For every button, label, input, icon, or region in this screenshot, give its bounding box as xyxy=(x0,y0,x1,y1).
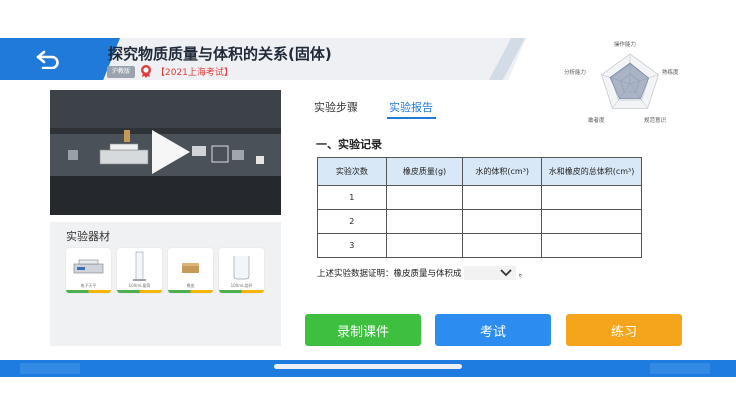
publisher-badge: 沪教版 xyxy=(107,66,135,78)
equipment-item-cylinder[interactable]: 100mL量筒 xyxy=(117,248,162,293)
chevron-down-icon xyxy=(499,269,512,277)
back-button[interactable] xyxy=(28,44,68,74)
conclusion-dropdown[interactable] xyxy=(463,266,516,280)
equipment-bar xyxy=(66,290,111,293)
ability-radar-chart: 操作能力 熟练度 规范意识 敢者度 分析能力 xyxy=(564,38,690,128)
section-title: 一、实验记录 xyxy=(316,138,382,151)
equipment-panel: 实验器材 电子天平 100mL量筒 橡皮 100mL烧杯 xyxy=(50,222,281,346)
equipment-item-scale[interactable]: 电子天平 xyxy=(66,248,111,293)
tab-experiment-report[interactable]: 实验报告 xyxy=(389,99,433,115)
table-cell-input[interactable] xyxy=(462,209,543,234)
table-cell-input[interactable] xyxy=(385,185,464,210)
table-header-water-volume: 水的体积(cm³) xyxy=(462,157,543,186)
award-icon xyxy=(141,65,151,78)
exam-tag: 【2021上海考试】 xyxy=(156,68,233,78)
equipment-item-beaker[interactable]: 100mL烧杯 xyxy=(219,248,264,293)
radar-graphic xyxy=(601,53,659,109)
table-header-trial: 实验次数 xyxy=(317,157,387,186)
table-cell-trial: 1 xyxy=(317,185,387,210)
record-table: 实验次数 橡皮质量(g) 水的体积(cm³) 水和橡皮的总体积(cm³) 1 2… xyxy=(317,157,642,258)
experiment-video[interactable] xyxy=(50,90,281,215)
tab-active-indicator xyxy=(387,117,436,119)
conclusion-text: 上述实验数据证明：橡皮质量与体积成 xyxy=(317,269,462,279)
equipment-title: 实验器材 xyxy=(66,230,110,243)
eraser-icon xyxy=(182,263,199,273)
page: 探究物质质量与体积的关系(固体) 沪教版 【2021上海考试】 操作能力 熟练度… xyxy=(0,0,736,414)
beaker-icon xyxy=(233,256,250,280)
equipment-bar xyxy=(117,290,162,293)
tab-experiment-steps[interactable]: 实验步骤 xyxy=(314,99,358,115)
table-cell-input[interactable] xyxy=(541,209,642,234)
table-row: 1 xyxy=(317,185,642,210)
table-header-mass: 橡皮质量(g) xyxy=(385,157,464,186)
table-cell-trial: 2 xyxy=(317,209,387,234)
equipment-name: 电子天平 xyxy=(80,283,97,288)
practice-button[interactable]: 练习 xyxy=(566,314,682,346)
table-cell-input[interactable] xyxy=(385,233,464,258)
table-row: 2 xyxy=(317,209,642,234)
equipment-item-eraser[interactable]: 橡皮 xyxy=(168,248,213,293)
table-row: 3 xyxy=(317,233,642,258)
table-cell-input[interactable] xyxy=(462,185,543,210)
radar-label-standard: 规范意识 xyxy=(644,118,667,124)
radar-label-analysis: 分析能力 xyxy=(564,70,587,76)
home-indicator[interactable] xyxy=(274,364,462,369)
footer-decoration xyxy=(650,363,710,374)
equipment-bar xyxy=(168,290,213,293)
radar-label-operation: 操作能力 xyxy=(614,42,637,48)
radar-label-courage: 敢者度 xyxy=(588,118,605,124)
table-header-row: 实验次数 橡皮质量(g) 水的体积(cm³) 水和橡皮的总体积(cm³) xyxy=(317,157,642,186)
graduated-cylinder-icon xyxy=(133,251,146,281)
table-cell-trial: 3 xyxy=(317,233,387,258)
equipment-bar xyxy=(219,290,264,293)
table-cell-input[interactable] xyxy=(541,233,642,258)
radar-label-proficiency: 熟练度 xyxy=(662,70,679,76)
footer-decoration xyxy=(20,363,80,374)
scale-icon xyxy=(73,259,104,274)
conclusion-line: 上述实验数据证明：橡皮质量与体积成 。 xyxy=(317,266,527,280)
table-header-total-volume: 水和橡皮的总体积(cm³) xyxy=(541,157,642,186)
table-cell-input[interactable] xyxy=(385,209,464,234)
back-arrow-icon[interactable] xyxy=(35,49,61,69)
table-cell-input[interactable] xyxy=(462,233,543,258)
record-courseware-button[interactable]: 录制课件 xyxy=(305,314,421,346)
equipment-name: 100mL烧杯 xyxy=(230,283,253,288)
equipment-name: 橡皮 xyxy=(186,283,195,288)
exam-button[interactable]: 考试 xyxy=(435,314,551,346)
equipment-name: 100mL量筒 xyxy=(128,283,151,288)
play-icon[interactable] xyxy=(150,128,192,176)
conclusion-suffix: 。 xyxy=(518,269,528,279)
table-cell-input[interactable] xyxy=(541,185,642,210)
page-title: 探究物质质量与体积的关系(固体) xyxy=(108,45,332,63)
